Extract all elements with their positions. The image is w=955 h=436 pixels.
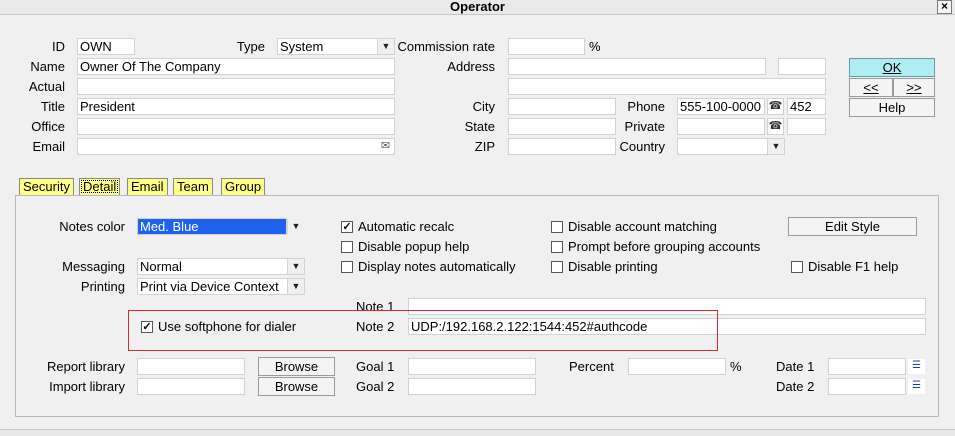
date1-field[interactable]: [828, 358, 906, 375]
auto-recalc-label: Automatic recalc: [358, 219, 455, 234]
auto-recalc-checkbox[interactable]: ✓: [341, 221, 353, 233]
tab-email[interactable]: Email: [127, 178, 168, 195]
actual-field[interactable]: [77, 78, 395, 95]
type-label: Type: [236, 39, 265, 54]
address-line2-field[interactable]: [508, 78, 826, 95]
edit-style-button[interactable]: Edit Style: [788, 217, 917, 236]
printing-label: Printing: [80, 279, 125, 294]
next-button[interactable]: >>: [893, 78, 935, 97]
title-field[interactable]: President: [77, 98, 395, 115]
prompt-grouping-checkbox[interactable]: [551, 241, 563, 253]
import-library-field[interactable]: [137, 378, 245, 395]
state-label: State: [464, 119, 495, 134]
disable-popup-help-label: Disable popup help: [358, 239, 470, 254]
tab-detail[interactable]: Detail: [79, 178, 121, 195]
ok-button[interactable]: OK: [849, 58, 935, 77]
notes-color-dropdown-icon[interactable]: ▼: [287, 219, 304, 234]
name-label: Name: [30, 59, 65, 74]
prev-label: <<: [863, 80, 879, 95]
notes-color-label: Notes color: [59, 219, 125, 234]
date2-label: Date 2: [776, 379, 815, 394]
type-dropdown-icon[interactable]: ▼: [377, 39, 394, 54]
disable-account-matching-checkbox[interactable]: [551, 221, 563, 233]
id-field[interactable]: OWN: [77, 38, 135, 55]
actual-label: Actual: [28, 79, 65, 94]
state-field[interactable]: [508, 118, 616, 135]
private-phone-field[interactable]: [677, 118, 765, 135]
office-label: Office: [31, 119, 65, 134]
phone-dial-icon[interactable]: ☎: [767, 98, 784, 115]
bottom-scrollbar[interactable]: [0, 429, 955, 436]
email-label: Email: [32, 139, 65, 154]
disable-printing-checkbox[interactable]: [551, 261, 563, 273]
goal1-label: Goal 1: [356, 359, 395, 374]
notes-color-select[interactable]: Med. Blue: [137, 218, 287, 235]
name-field[interactable]: Owner Of The Company: [77, 58, 395, 75]
messaging-label: Messaging: [62, 259, 125, 274]
window-title: Operator: [450, 0, 505, 14]
zip-field[interactable]: [508, 138, 616, 155]
highlight-box: [128, 310, 718, 351]
disable-account-matching-label: Disable account matching: [568, 219, 717, 234]
messaging-dropdown-icon[interactable]: ▼: [287, 259, 304, 274]
commission-unit: %: [589, 39, 601, 54]
report-library-label: Report library: [46, 359, 125, 374]
goal1-field[interactable]: [408, 358, 536, 375]
tab-security[interactable]: Security: [19, 178, 74, 195]
next-label: >>: [906, 80, 922, 95]
goal2-field[interactable]: [408, 378, 536, 395]
display-notes-checkbox[interactable]: [341, 261, 353, 273]
goal2-label: Goal 2: [356, 379, 395, 394]
percent-field[interactable]: [628, 358, 726, 375]
date2-calendar-icon[interactable]: ☰: [908, 379, 925, 394]
import-library-label: Import library: [49, 379, 125, 394]
type-value: System: [280, 39, 324, 54]
address-extra-field[interactable]: [778, 58, 826, 75]
private-label: Private: [624, 119, 665, 134]
private-dial-icon[interactable]: ☎: [767, 118, 784, 135]
report-library-browse-button[interactable]: Browse: [258, 357, 335, 376]
phone-field[interactable]: 555-100-0000: [677, 98, 765, 115]
office-field[interactable]: [77, 118, 395, 135]
country-label: Country: [619, 139, 665, 154]
commission-rate-field[interactable]: [508, 38, 585, 55]
date1-label: Date 1: [776, 359, 815, 374]
country-dropdown-icon[interactable]: ▼: [767, 139, 784, 154]
email-send-icon[interactable]: ✉: [377, 140, 394, 154]
ok-label: OK: [882, 60, 902, 75]
zip-label: ZIP: [474, 139, 495, 154]
import-library-browse-button[interactable]: Browse: [258, 377, 335, 396]
report-library-field[interactable]: [137, 358, 245, 375]
date2-field[interactable]: [828, 378, 906, 395]
prompt-grouping-label: Prompt before grouping accounts: [568, 239, 761, 254]
messaging-select[interactable]: Normal: [137, 258, 305, 275]
percent-label: Percent: [569, 359, 614, 374]
tab-group[interactable]: Group: [221, 178, 266, 195]
printing-dropdown-icon[interactable]: ▼: [287, 279, 304, 294]
date1-calendar-icon[interactable]: ☰: [908, 359, 925, 374]
private-ext-field[interactable]: [787, 118, 826, 135]
help-button[interactable]: Help: [849, 98, 935, 117]
id-label: ID: [52, 39, 65, 54]
email-field[interactable]: [77, 138, 395, 155]
city-field[interactable]: [508, 98, 616, 115]
city-label: City: [472, 99, 495, 114]
prev-button[interactable]: <<: [849, 78, 893, 97]
tab-team[interactable]: Team: [173, 178, 213, 195]
commission-rate-label: Commission rate: [397, 39, 495, 54]
address-line1-field[interactable]: [508, 58, 766, 75]
disable-popup-help-checkbox[interactable]: [341, 241, 353, 253]
printing-select[interactable]: Print via Device Context: [137, 278, 305, 295]
disable-printing-label: Disable printing: [568, 259, 658, 274]
disable-f1-checkbox[interactable]: [791, 261, 803, 273]
display-notes-label: Display notes automatically: [358, 259, 516, 274]
address-label: Address: [447, 59, 495, 74]
percent-unit: %: [730, 359, 742, 374]
disable-f1-label: Disable F1 help: [808, 259, 899, 274]
close-button[interactable]: ×: [937, 0, 952, 14]
title-label: Title: [40, 99, 65, 114]
phone-label: Phone: [627, 99, 665, 114]
phone-ext-field[interactable]: 452: [787, 98, 826, 115]
